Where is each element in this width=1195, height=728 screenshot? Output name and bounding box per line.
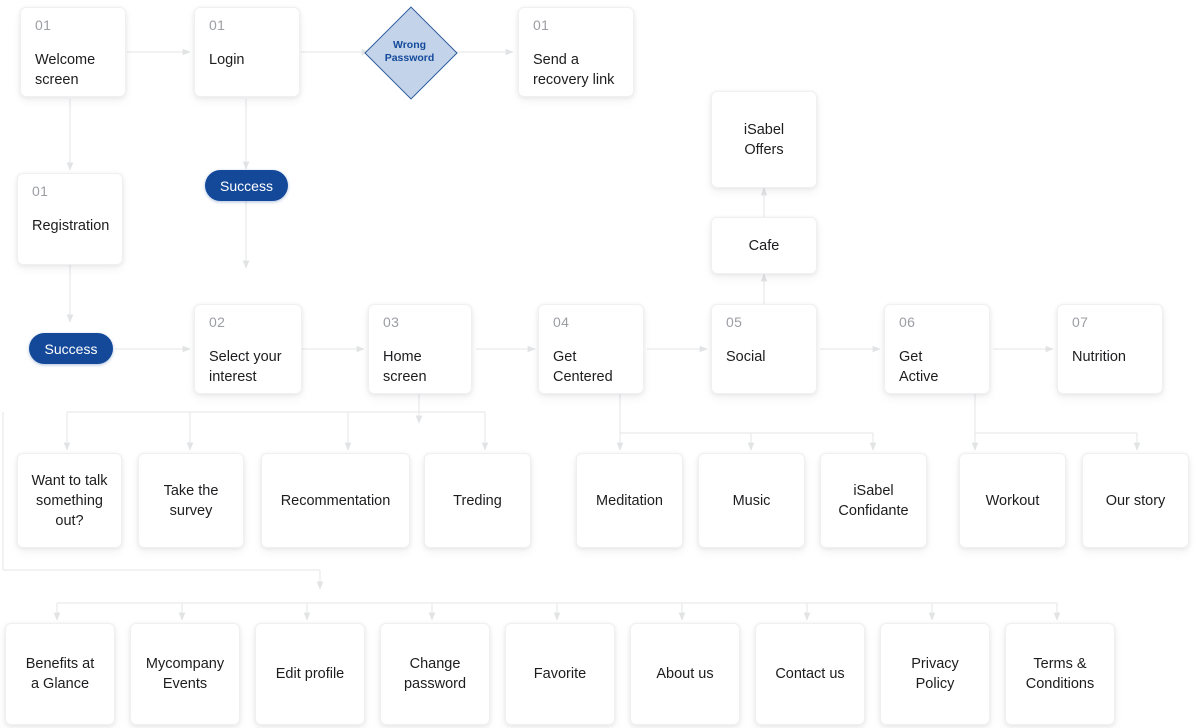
badge-success-login[interactable]: Success: [205, 170, 288, 201]
node-label: iSabel Offers: [743, 121, 785, 158]
step-number: 03: [383, 314, 400, 330]
node-meditation[interactable]: Meditation: [576, 453, 683, 548]
node-welcome-screen[interactable]: 01 Welcome screen: [20, 7, 126, 97]
node-label: Nutrition: [1072, 349, 1126, 365]
node-contact-us[interactable]: Contact us: [755, 623, 865, 725]
node-label: Recommentation: [280, 492, 391, 509]
node-label: Treding: [453, 492, 502, 509]
node-favorite[interactable]: Favorite: [505, 623, 615, 725]
node-label: Favorite: [533, 666, 587, 682]
node-recommentation[interactable]: Recommentation: [261, 453, 410, 548]
step-number: 01: [35, 17, 52, 33]
node-change-password[interactable]: Change password: [380, 623, 490, 725]
node-about-us[interactable]: About us: [630, 623, 740, 725]
step-number: 01: [209, 17, 226, 33]
node-label: Wrong Password: [384, 39, 435, 64]
step-number: 02: [209, 314, 226, 330]
node-wrong-password[interactable]: Wrong Password: [363, 6, 458, 100]
node-workout[interactable]: Workout: [959, 453, 1066, 548]
node-label: Select your interest: [209, 349, 282, 385]
node-label: Change password: [403, 656, 467, 692]
node-label: Want to talk something out?: [31, 472, 108, 529]
node-get-active[interactable]: 06 Get Active: [884, 304, 990, 394]
node-select-your-interest[interactable]: 02 Select your interest: [194, 304, 302, 394]
badge-label: Success: [220, 177, 273, 194]
node-label: Benefits at a Glance: [25, 656, 95, 692]
step-number: 01: [32, 183, 49, 199]
node-label: Workout: [985, 492, 1040, 509]
node-edit-profile[interactable]: Edit profile: [255, 623, 365, 725]
node-get-centered[interactable]: 04 Get Centered: [538, 304, 644, 394]
node-label: Music: [732, 492, 771, 509]
node-label: iSabel Confidante: [838, 482, 909, 519]
node-label: Login: [209, 52, 245, 68]
node-label: Mycompany Events: [145, 656, 225, 692]
node-terms-and-conditions[interactable]: Terms & Conditions: [1005, 623, 1115, 725]
node-cafe[interactable]: Cafe: [711, 217, 817, 274]
badge-success-registration[interactable]: Success: [29, 333, 113, 364]
node-label: Social: [726, 349, 766, 365]
node-label: Home screen: [383, 349, 427, 385]
node-label: About us: [656, 666, 714, 682]
node-label: Registration: [32, 218, 110, 234]
step-number: 06: [899, 314, 916, 330]
node-music[interactable]: Music: [698, 453, 805, 548]
node-our-story[interactable]: Our story: [1082, 453, 1189, 548]
node-home-screen[interactable]: 03 Home screen: [368, 304, 472, 394]
step-number: 04: [553, 314, 570, 330]
node-treding[interactable]: Treding: [424, 453, 531, 548]
node-isabel-offers[interactable]: iSabel Offers: [711, 91, 817, 188]
node-take-the-survey[interactable]: Take the survey: [138, 453, 244, 548]
step-number: 01: [533, 17, 550, 33]
node-label: Meditation: [596, 492, 663, 509]
node-login[interactable]: 01 Login: [194, 7, 300, 97]
node-social[interactable]: 05 Social: [711, 304, 817, 394]
node-label: Edit profile: [275, 666, 345, 682]
node-label: Cafe: [748, 237, 780, 254]
node-label: Terms & Conditions: [1025, 656, 1095, 692]
flowchart-canvas: 01 Welcome screen 01 Login Wrong Password …: [0, 0, 1195, 728]
node-label: Our story: [1105, 492, 1166, 509]
node-isabel-confidante[interactable]: iSabel Confidante: [820, 453, 927, 548]
node-label: Send a recovery link: [533, 52, 615, 88]
node-privacy-policy[interactable]: Privacy Policy: [880, 623, 990, 725]
node-send-recovery-link[interactable]: 01 Send a recovery link: [518, 7, 634, 97]
node-label: Get Centered: [553, 349, 613, 385]
node-benefits-at-a-glance[interactable]: Benefits at a Glance: [5, 623, 115, 725]
node-label: Get Active: [899, 349, 939, 385]
node-label: Privacy Policy: [911, 656, 959, 692]
step-number: 05: [726, 314, 743, 330]
step-number: 07: [1072, 314, 1089, 330]
node-nutrition[interactable]: 07 Nutrition: [1057, 304, 1163, 394]
node-mycompany-events[interactable]: Mycompany Events: [130, 623, 240, 725]
node-label: Welcome screen: [35, 52, 96, 88]
node-label: Contact us: [775, 666, 845, 682]
node-registration[interactable]: 01 Registration: [17, 173, 123, 265]
node-want-to-talk[interactable]: Want to talk something out?: [17, 453, 122, 548]
badge-label: Success: [44, 340, 98, 357]
node-label: Take the survey: [163, 482, 219, 519]
